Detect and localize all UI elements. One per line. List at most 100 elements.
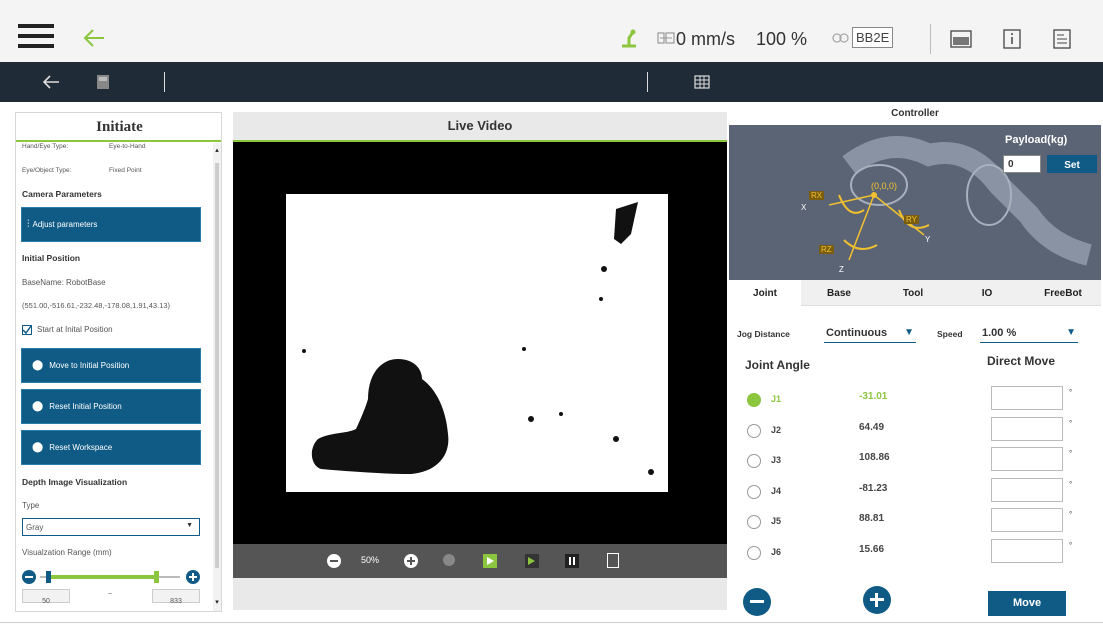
scroll-up-icon[interactable]: ▴ — [213, 147, 221, 155]
direct-move-input[interactable] — [991, 508, 1063, 532]
tab-base[interactable]: Base — [803, 280, 875, 306]
controller-title: Controller — [891, 108, 939, 119]
joint-radio[interactable] — [747, 393, 761, 407]
scroll-down-icon[interactable]: ▾ — [213, 599, 221, 607]
direct-move-input[interactable] — [991, 447, 1063, 471]
zoom-level: 50% — [361, 555, 380, 565]
scrollbar[interactable]: ▴ ▾ — [213, 143, 221, 611]
tab-io[interactable]: IO — [951, 280, 1023, 306]
joint-value: 64.49 — [859, 421, 885, 433]
tab-freebot-label: FreeBot — [1044, 287, 1082, 299]
direct-move-input[interactable] — [991, 477, 1063, 502]
speed-select[interactable]: 1.00 % ▼ — [980, 325, 1078, 343]
play-icon[interactable] — [483, 554, 497, 568]
nav-bar — [0, 62, 1103, 102]
nav-divider — [164, 72, 165, 92]
save-icon[interactable] — [96, 74, 110, 90]
jog-tabs: Joint Base Tool IO FreeBot — [729, 280, 1101, 306]
capture-icon[interactable] — [443, 554, 455, 566]
joint-row: J6 15.66 ° — [747, 538, 1087, 563]
slider-low-handle[interactable] — [46, 571, 52, 583]
speed-icon — [657, 32, 675, 44]
model-badge: BB2E — [852, 27, 894, 48]
joint-radio[interactable] — [747, 423, 761, 438]
panel-icon[interactable] — [950, 30, 972, 48]
robot-diagram: RX X (0,0,0) RY Y RZ Z Payload(kg) 0 Set — [729, 125, 1101, 280]
jog-minus-button[interactable] — [743, 588, 771, 616]
jog-distance-label: Jog Distance — [737, 329, 790, 339]
move-button[interactable]: Move — [988, 591, 1066, 616]
payload-input[interactable]: 0 — [1003, 155, 1041, 173]
plus-icon[interactable] — [186, 570, 200, 584]
eye-object-value: Fixed Point — [109, 167, 142, 174]
tab-freebot[interactable]: FreeBot — [1025, 280, 1101, 306]
sliders-icon: ⫶ — [27, 219, 30, 230]
y-label: Y — [925, 235, 931, 244]
eye-object-label: Eye/Object Type: — [22, 167, 72, 174]
step-play-icon[interactable] — [525, 554, 539, 568]
reset-workspace-button[interactable]: ⬤ Reset Workspace — [21, 430, 201, 465]
direct-move-input[interactable] — [991, 538, 1063, 563]
jog-plus-button[interactable] — [863, 586, 891, 614]
back-arrow-icon[interactable] — [82, 28, 106, 48]
document-icon[interactable] — [1053, 29, 1071, 49]
range-max-input[interactable]: 833 — [152, 589, 200, 605]
depth-image — [286, 194, 668, 492]
menu-icon[interactable] — [18, 24, 54, 50]
pause-icon[interactable] — [565, 554, 579, 568]
minus-icon[interactable] — [22, 570, 36, 584]
tab-joint[interactable]: Joint — [729, 280, 801, 306]
range-min-input[interactable]: 50 — [22, 589, 70, 605]
start-at-initial-checkbox[interactable] — [22, 325, 32, 335]
check-icon — [22, 325, 32, 335]
zoom-out-icon[interactable] — [327, 554, 341, 568]
joint-radio[interactable] — [747, 545, 761, 560]
panel-title: Initiate — [96, 119, 143, 135]
rz-label: RZ — [819, 245, 834, 254]
nav-back-icon[interactable] — [42, 75, 60, 89]
location-pin-icon: ⬤ — [32, 442, 44, 453]
set-button[interactable]: Set — [1047, 155, 1097, 173]
reset-initial-button[interactable]: ⬤ Reset Initial Position — [21, 389, 201, 424]
jog-distance-select[interactable]: Continuous ▼ — [824, 325, 916, 343]
scroll-thumb[interactable] — [215, 163, 219, 568]
tab-base-label: Base — [827, 287, 851, 299]
live-video-panel: Live Video 50% — [233, 112, 727, 610]
joint-name: J2 — [771, 424, 782, 435]
speed-readout: 0 mm/s — [676, 29, 736, 49]
degree-symbol: ° — [1069, 479, 1073, 489]
move-to-initial-label: Move to Initial Position — [49, 361, 130, 370]
degree-symbol: ° — [1069, 540, 1073, 550]
joint-value: -31.01 — [859, 391, 888, 402]
depth-visualization-heading: Depth Image Visualization — [22, 477, 128, 487]
direct-move-input[interactable] — [991, 386, 1063, 410]
tab-tool[interactable]: Tool — [877, 280, 949, 306]
initial-position-heading: Initial Position — [22, 253, 81, 263]
bottom-divider — [0, 622, 1103, 623]
camera-params-heading: Camera Parameters — [22, 189, 102, 199]
type-select-value: Gray — [26, 523, 44, 532]
slider-high-handle[interactable] — [154, 571, 160, 583]
degree-symbol: ° — [1069, 388, 1073, 397]
speed-label: Speed — [937, 329, 963, 339]
range-slider[interactable] — [22, 569, 200, 585]
range-min-value: 50 — [42, 598, 50, 605]
video-toolbar: 50% — [233, 544, 727, 578]
joint-radio[interactable] — [747, 454, 761, 468]
joint-value: 15.66 — [859, 543, 885, 555]
move-to-initial-button[interactable]: ⬤ Move to Initial Position — [21, 348, 201, 383]
direct-move-input[interactable] — [991, 416, 1063, 441]
top-bar: 0 mm/s 100 % BB2E — [0, 0, 1103, 62]
type-select[interactable]: Gray ▼ — [22, 518, 200, 536]
grid-icon[interactable] — [694, 75, 710, 89]
adjust-parameters-button[interactable]: ⫶ Adjust parameters — [21, 207, 201, 242]
zoom-in-icon[interactable] — [404, 554, 418, 568]
reset-workspace-label: Reset Workspace — [49, 443, 113, 452]
set-button-label: Set — [1064, 160, 1080, 171]
joint-radio[interactable] — [747, 484, 761, 499]
nav-divider — [647, 72, 648, 92]
info-icon[interactable] — [1003, 29, 1021, 49]
hand-eye-label: Hand/Eye Type: — [22, 143, 69, 150]
joint-radio[interactable] — [747, 515, 761, 529]
fit-view-icon[interactable] — [607, 553, 619, 568]
